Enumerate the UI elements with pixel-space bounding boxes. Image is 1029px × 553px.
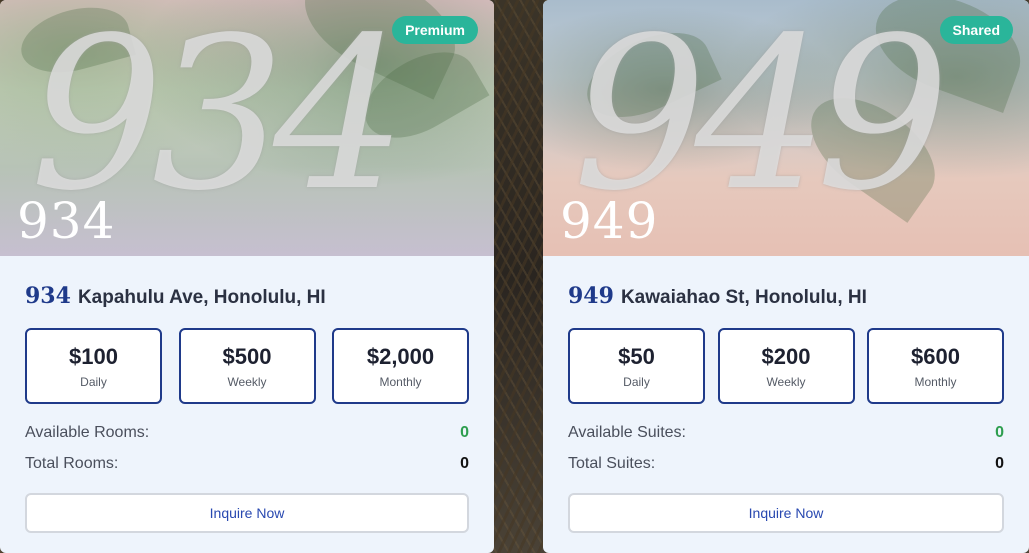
- available-value: 0: [460, 424, 469, 441]
- price-amount: $50: [618, 344, 655, 369]
- price-monthly: $2,000 Monthly: [332, 328, 469, 404]
- inquire-now-button[interactable]: Inquire Now: [25, 493, 469, 533]
- price-period: Weekly: [766, 375, 806, 389]
- price-period: Daily: [623, 375, 650, 389]
- hero-number: 934: [17, 192, 116, 250]
- price-daily: $100 Daily: [25, 328, 162, 404]
- price-list: $100 Daily $500 Weekly $2,000 Monthly: [25, 328, 469, 404]
- price-amount: $2,000: [366, 344, 435, 369]
- total-label: Total Rooms:: [25, 455, 119, 472]
- price-period: Monthly: [914, 375, 957, 389]
- price-monthly: $600 Monthly: [867, 328, 1004, 404]
- total-label: Total Suites:: [568, 455, 656, 472]
- price-amount: $600: [911, 344, 960, 369]
- price-weekly: $500 Weekly: [178, 328, 316, 404]
- inquire-now-button[interactable]: Inquire Now: [568, 493, 1004, 533]
- listing-address: 949 Kawaiahao St, Honolulu, HI: [568, 283, 1004, 313]
- price-amount: $200: [761, 344, 811, 369]
- price-amount: $100: [69, 344, 118, 369]
- listing-address: 934 Kapahulu Ave, Honolulu, HI: [25, 283, 469, 313]
- available-rooms-row: Available Rooms: 0: [25, 424, 469, 442]
- listing-hero-image: 934 934 Premium: [0, 0, 494, 256]
- price-period: Monthly: [379, 375, 422, 389]
- price-list: $50 Daily $200 Weekly $600 Monthly: [568, 328, 1004, 404]
- price-period: Weekly: [227, 375, 267, 389]
- address-number: 949: [568, 283, 614, 309]
- available-label: Available Rooms:: [25, 424, 150, 441]
- listing-card: 934 934 Premium 934 Kapahulu Ave, Honolu…: [0, 0, 494, 553]
- price-daily: $50 Daily: [568, 328, 705, 404]
- address-number: 934: [25, 283, 71, 309]
- available-suites-row: Available Suites: 0: [568, 424, 1004, 442]
- address-street: Kapahulu Ave, Honolulu, HI: [77, 287, 326, 308]
- total-value: 0: [995, 455, 1004, 472]
- listing-hero-image: 949 949 Shared: [543, 0, 1029, 256]
- total-suites-row: Total Suites: 0: [568, 455, 1004, 473]
- price-amount: $500: [222, 344, 272, 369]
- listing-badge: Shared: [939, 16, 1013, 44]
- available-value: 0: [995, 424, 1004, 441]
- total-value: 0: [460, 455, 469, 472]
- available-label: Available Suites:: [568, 424, 686, 441]
- listing-badge: Premium: [392, 16, 478, 44]
- total-rooms-row: Total Rooms: 0: [25, 455, 469, 473]
- address-street: Kawaiahao St, Honolulu, HI: [620, 287, 867, 308]
- price-weekly: $200 Weekly: [717, 328, 855, 404]
- hero-number: 949: [560, 192, 659, 250]
- listing-card: 949 949 Shared 949 Kawaiahao St, Honolul…: [543, 0, 1029, 553]
- price-period: Daily: [80, 375, 107, 389]
